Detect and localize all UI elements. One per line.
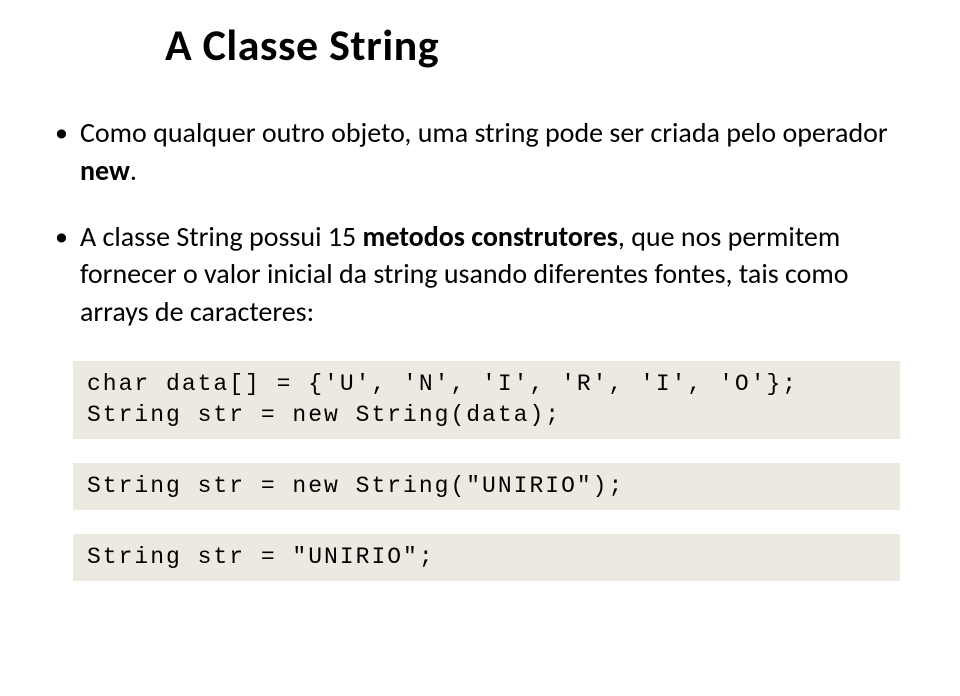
slide-title: A Classe String xyxy=(165,18,900,72)
bullet-marker: • xyxy=(55,220,68,254)
bullet-item: • A classe String possui 15 metodos cons… xyxy=(55,218,900,331)
code-block-2: String str = new String("UNIRIO"); xyxy=(73,463,900,510)
code-block-1: char data[] = {'U', 'N', 'I', 'R', 'I', … xyxy=(73,361,900,439)
bullet-text-2: A classe String possui 15 metodos constr… xyxy=(80,218,900,331)
text-segment-bold: new xyxy=(80,153,130,188)
bullet-text-1: Como qualquer outro objeto, uma string p… xyxy=(80,114,900,190)
text-segment: . xyxy=(130,153,137,188)
code-block-3: String str = "UNIRIO"; xyxy=(73,534,900,581)
text-segment: A classe String possui 15 xyxy=(80,219,363,254)
bullet-item: • Como qualquer outro objeto, uma string… xyxy=(55,114,900,190)
bullet-list: • Como qualquer outro objeto, uma string… xyxy=(55,114,900,331)
bullet-marker: • xyxy=(55,116,68,150)
text-segment: Como qualquer outro objeto, uma string p… xyxy=(80,115,888,150)
text-segment-bold: metodos construtores xyxy=(363,219,618,254)
